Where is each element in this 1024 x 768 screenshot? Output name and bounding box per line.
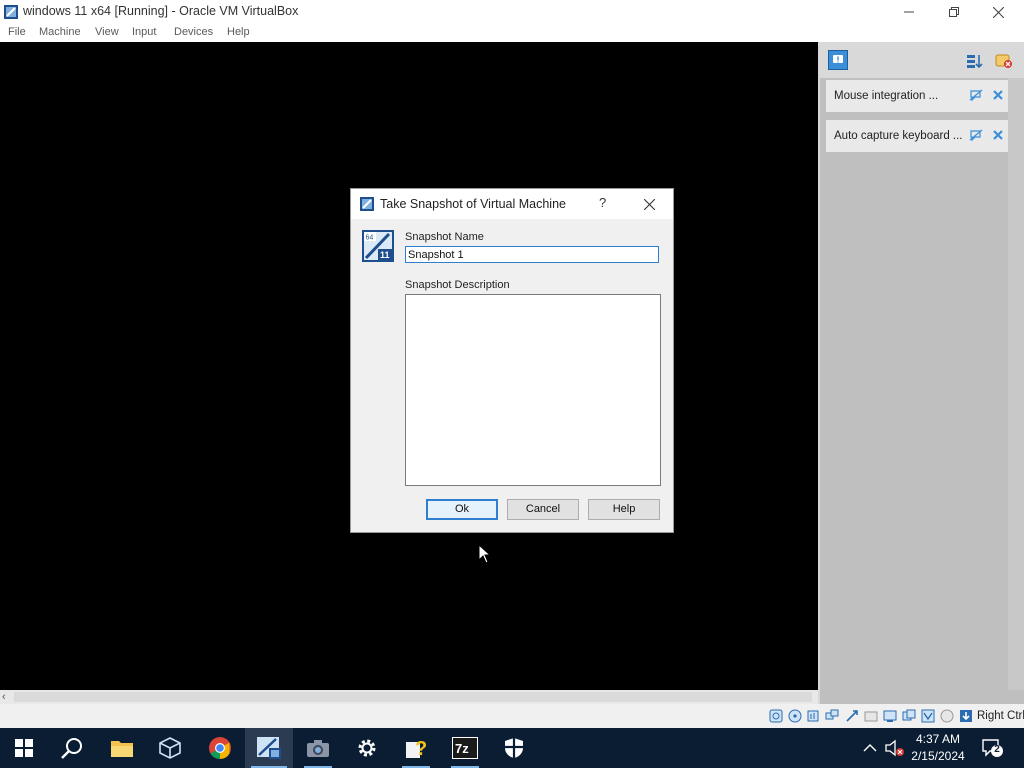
do-not-show-icon[interactable] [969,128,983,142]
taskbar-search-button[interactable] [48,728,96,768]
host-key-label: Right Ctrl [977,710,1024,722]
close-notification-icon[interactable] [991,88,1005,102]
take-snapshot-dialog: Take Snapshot of Virtual Machine ? 64 11… [350,188,674,533]
notification-mouse-integration[interactable]: Mouse integration ... [826,80,1014,112]
dialog-titlebar: Take Snapshot of Virtual Machine ? [351,189,673,219]
taskbar-virtualbox-vm[interactable] [245,728,293,768]
dismiss-all-icon [995,54,1012,68]
taskbar-clock[interactable]: 4:37 AM 2/15/2024 [908,731,968,765]
minimize-icon [903,11,914,13]
windows-taskbar: ? 7z 4:37 AM 2/15/2024 2 [0,728,1024,768]
restore-button[interactable] [931,0,976,24]
menu-devices[interactable]: Devices [174,26,213,38]
virtualbox-app-icon [4,5,18,19]
notification-auto-capture-keyboard[interactable]: Auto capture keyboard ... [826,120,1014,152]
volume-muted-icon[interactable] [885,739,905,757]
notification-toolbar [820,42,1024,78]
snapshot-name-label: Snapshot Name [405,231,484,243]
alert-toggle-button[interactable] [828,50,848,70]
scrollbar-thumb[interactable] [14,692,812,702]
hard-disk-icon[interactable] [769,709,783,723]
snapshot-description-textarea[interactable] [405,294,661,486]
action-center-button[interactable]: 2 [982,738,1004,758]
dialog-help-button[interactable]: ? [599,195,606,210]
display-icon[interactable] [883,709,897,723]
gear-icon [358,739,376,757]
cube-icon [159,737,181,759]
taskbar-7zip[interactable]: 7z [441,728,489,768]
taskbar-help-app[interactable]: ? [392,728,440,768]
search-icon [61,738,82,759]
menu-file[interactable]: File [8,26,26,38]
ok-button[interactable]: Ok [426,499,498,520]
snapshot-name-input[interactable] [405,246,659,263]
restore-icon [948,7,959,17]
menu-machine[interactable]: Machine [39,26,81,38]
notification-text: Mouse integration ... [834,90,939,102]
virtualbox-dialog-icon [360,197,374,211]
svg-text:7z: 7z [455,741,469,756]
scroll-left-arrow-icon[interactable]: ‹ [2,690,14,704]
dialog-title: Take Snapshot of Virtual Machine [380,197,566,211]
chrome-icon [209,737,231,759]
notification-center-panel: Mouse integration ... Auto capture keybo… [818,42,1024,704]
horizontal-scrollbar[interactable]: ‹ [0,690,818,704]
recording-icon[interactable] [902,709,916,723]
taskbar-chrome[interactable] [196,728,244,768]
menu-bar: File Machine View Input Devices Help [0,24,1024,42]
window-title: windows 11 x64 [Running] - Oracle VM Vir… [23,4,299,18]
notification-scrollbar[interactable] [1008,78,1024,690]
help-question-icon: ? [406,738,427,760]
shield-icon [505,738,523,758]
dialog-close-button[interactable] [639,195,659,213]
menu-input[interactable]: Input [132,26,156,38]
close-button[interactable] [976,0,1021,24]
taskbar-virtualbox-manager[interactable] [146,728,194,768]
os-version-badge: 11 [380,250,390,260]
close-icon [643,198,655,210]
virtualbox-vm-icon [257,737,281,759]
help-button[interactable]: Help [588,499,660,520]
network-icon[interactable] [825,709,839,723]
taskbar-settings[interactable] [343,728,391,768]
menu-view[interactable]: View [95,26,119,38]
close-notification-icon[interactable] [991,128,1005,142]
mouse-cursor-icon [478,544,492,564]
shared-folders-icon[interactable] [864,709,878,723]
clock-date: 2/15/2024 [911,749,965,763]
alert-icon [833,55,843,63]
sort-notifications-button[interactable] [965,51,985,71]
dismiss-all-button[interactable] [994,51,1014,71]
cancel-button[interactable]: Cancel [507,499,579,520]
taskbar-camera[interactable] [294,728,342,768]
snapshot-description-label: Snapshot Description [405,279,510,291]
clock-time: 4:37 AM [915,732,961,746]
svg-text:?: ? [415,738,427,760]
sort-icon [967,55,983,69]
optical-drive-icon[interactable] [788,709,802,723]
vt-x-icon[interactable] [921,709,935,723]
status-bar: Right Ctrl [0,704,1024,728]
show-hidden-icons-chevron-icon[interactable] [862,740,878,756]
folder-icon [111,741,133,757]
audio-icon[interactable] [806,709,820,723]
usb-icon[interactable] [845,709,859,723]
menu-help[interactable]: Help [227,26,250,38]
host-key-arrow-icon[interactable] [959,709,973,723]
window-titlebar: windows 11 x64 [Running] - Oracle VM Vir… [0,0,1024,24]
notification-count-badge: 2 [994,744,1000,755]
minimize-button[interactable] [886,0,931,24]
windows-11-os-icon: 64 11 [362,230,394,262]
7zip-icon: 7z [452,737,478,759]
do-not-show-icon[interactable] [969,88,983,102]
windows-logo-icon [15,739,33,757]
notification-text: Auto capture keyboard ... [834,130,963,142]
close-icon [993,6,1004,18]
start-button[interactable] [0,728,48,768]
mouse-integration-icon[interactable] [940,709,954,723]
taskbar-windows-security[interactable] [490,728,538,768]
os-bits-badge: 64 [366,235,374,242]
camera-icon [307,740,329,757]
taskbar-file-explorer[interactable] [98,728,146,768]
